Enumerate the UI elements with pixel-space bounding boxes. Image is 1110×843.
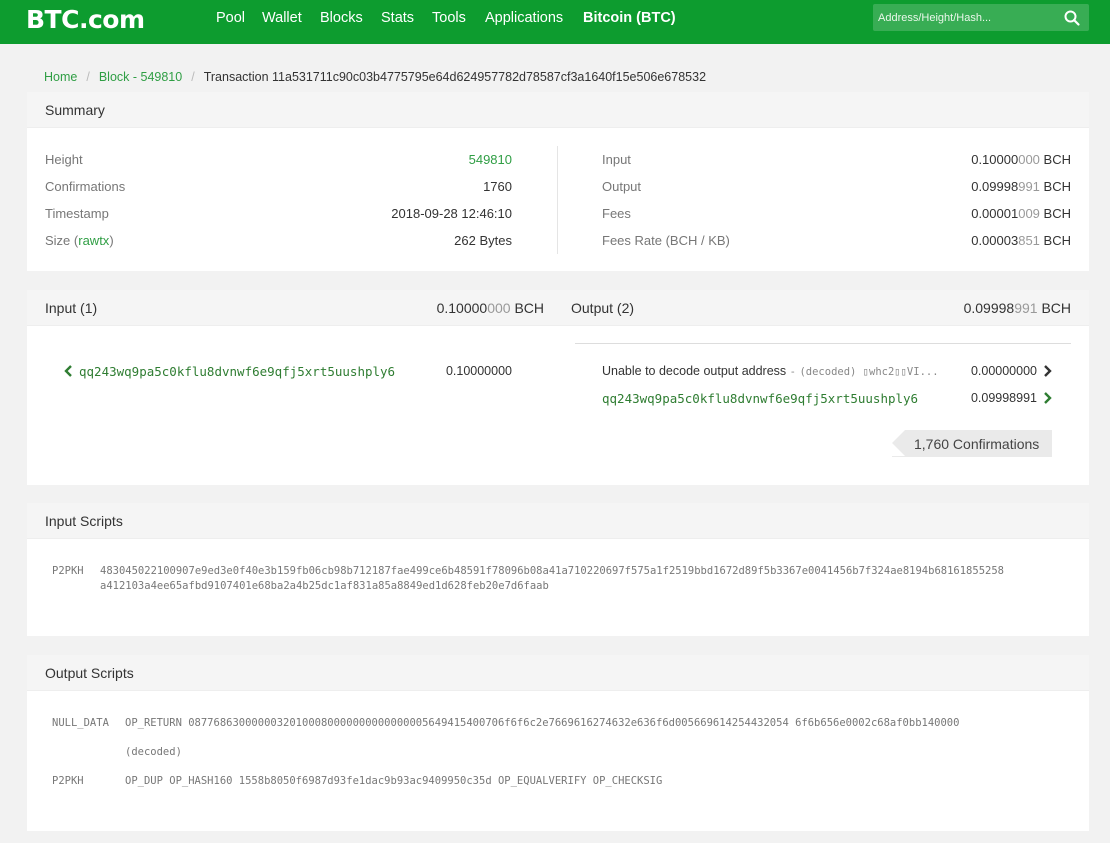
- timestamp-label: Timestamp: [45, 206, 109, 221]
- summary-header: Summary: [27, 92, 1089, 128]
- output-script-decoded: (decoded): [125, 746, 182, 758]
- output-dash: -: [789, 366, 796, 378]
- nav-applications[interactable]: Applications: [485, 10, 563, 26]
- site-logo[interactable]: BTC.com: [26, 5, 145, 34]
- input-scripts-header: Input Scripts: [27, 503, 1089, 539]
- breadcrumb: Home / Block - 549810 / Transaction 11a53171…: [44, 70, 706, 84]
- fees-rate-label: Fees Rate (BCH / KB): [602, 233, 730, 248]
- output-count-title: Output (2): [571, 300, 635, 316]
- breadcrumb-current: Transaction 11a531711c90c03b4775795e64d6…: [203, 70, 707, 84]
- input-script-line-1: 483045022100907e9ed3e0f40e3b159fb06cb98b…: [100, 565, 1004, 577]
- chevron-right-icon[interactable]: [1042, 392, 1052, 404]
- output-amount-2: 0.09998991: [970, 391, 1037, 405]
- output-scripts-title: Output Scripts: [45, 665, 134, 681]
- nav-tools[interactable]: Tools: [432, 10, 466, 26]
- confirmations-value: 1760: [483, 179, 512, 194]
- breadcrumb-block[interactable]: Block - 549810: [99, 70, 182, 84]
- output-undecodable-label: Unable to decode output address: [602, 364, 787, 378]
- nav-stats[interactable]: Stats: [381, 10, 414, 26]
- nav-pool[interactable]: Pool: [216, 10, 245, 26]
- input-scripts-panel: Input Scripts P2PKH 483045022100907e9ed3…: [27, 503, 1089, 636]
- nav-bitcoin-selector[interactable]: Bitcoin (BTC): [583, 10, 676, 26]
- chevron-left-icon[interactable]: [64, 365, 74, 377]
- fees-unit: BCH: [1043, 206, 1071, 221]
- input-address-link[interactable]: qq243wq9pa5c0kflu8dvnwf6e9qfj5xrt5uushpl…: [79, 364, 395, 379]
- output-scripts-panel: Output Scripts NULL_DATA OP_RETURN 08776…: [27, 655, 1089, 831]
- input-value-main: 0.10000: [971, 152, 1019, 167]
- input-amount: 0.10000000: [445, 364, 512, 378]
- badge-notch: [892, 430, 905, 456]
- search-icon[interactable]: [1063, 9, 1081, 27]
- output-script-type-2: P2PKH: [52, 775, 84, 787]
- summary-panel: Summary Height 549810 Confirmations 1760…: [27, 92, 1089, 271]
- search-box: [873, 4, 1089, 31]
- fees-value-main: 0.00001: [971, 206, 1019, 221]
- output-script-text-1: OP_RETURN 087768630000003201000800000000…: [125, 717, 960, 729]
- input-scripts-title: Input Scripts: [45, 513, 123, 529]
- input-count-title: Input (1): [45, 300, 98, 316]
- output-total: 0.09998991 BCH: [964, 300, 1071, 316]
- input-total-main: 0.10000: [436, 300, 488, 316]
- fees-rate-value-main: 0.00003: [971, 233, 1019, 248]
- size-label: Size (rawtx): [45, 233, 114, 248]
- output-address-link[interactable]: qq243wq9pa5c0kflu8dvnwf6e9qfj5xrt5uushpl…: [602, 391, 918, 406]
- input-total-dim: 000: [487, 300, 511, 316]
- fees-rate-unit: BCH: [1043, 233, 1071, 248]
- fees-value: 0.00001009 BCH: [971, 206, 1071, 221]
- summary-title: Summary: [45, 102, 105, 118]
- breadcrumb-separator: /: [86, 70, 90, 84]
- input-total: 0.10000000 BCH: [437, 300, 544, 316]
- size-label-text: Size: [45, 233, 71, 248]
- height-value[interactable]: 549810: [469, 152, 512, 167]
- confirmations-badge-text: 1,760 Confirmations: [914, 436, 1040, 452]
- input-script-line-2: a412103a4ee65afbd9107401e68ba2a4b25dc1af…: [100, 580, 549, 592]
- chevron-right-icon[interactable]: [1042, 365, 1052, 377]
- output-label: Output: [602, 179, 642, 194]
- output-script-text-2: OP_DUP OP_HASH160 1558b8050f6987d93fe1da…: [125, 775, 663, 787]
- output-amount-1: 0.00000000: [970, 364, 1037, 378]
- fees-rate-value: 0.00003851 BCH: [971, 233, 1071, 248]
- timestamp-value: 2018-09-28 12:46:10: [391, 206, 512, 221]
- output-undecodable: Unable to decode output address - (decod…: [602, 364, 939, 378]
- output-total-main: 0.09998: [963, 300, 1015, 316]
- input-value-dim: 000: [1018, 152, 1040, 167]
- output-value-dim: 991: [1018, 179, 1040, 194]
- height-label: Height: [45, 152, 83, 167]
- size-value: 262 Bytes: [454, 233, 512, 248]
- fees-value-dim: 009: [1018, 206, 1040, 221]
- input-value: 0.10000000 BCH: [971, 152, 1071, 167]
- summary-divider: [557, 146, 558, 254]
- io-header: Input (1) 0.10000000 BCH Output (2) 0.09…: [27, 290, 1089, 326]
- nav-blocks[interactable]: Blocks: [320, 10, 363, 26]
- breadcrumb-separator: /: [191, 70, 195, 84]
- output-value: 0.09998991 BCH: [971, 179, 1071, 194]
- top-navbar: BTC.com Pool Wallet Blocks Stats Tools A…: [0, 0, 1110, 44]
- rawtx-link[interactable]: rawtx: [78, 233, 109, 248]
- input-script-type: P2PKH: [52, 565, 84, 577]
- fees-label: Fees: [602, 206, 631, 221]
- search-input[interactable]: [873, 4, 1059, 31]
- fees-rate-value-dim: 851: [1018, 233, 1040, 248]
- confirmations-badge: 1,760 Confirmations: [892, 430, 1052, 457]
- breadcrumb-home[interactable]: Home: [44, 70, 77, 84]
- input-label: Input: [602, 152, 631, 167]
- confirmations-label: Confirmations: [45, 179, 126, 194]
- output-total-unit: BCH: [1041, 300, 1071, 316]
- input-unit: BCH: [1043, 152, 1071, 167]
- output-script-type-1: NULL_DATA: [52, 717, 109, 729]
- output-scripts-header: Output Scripts: [27, 655, 1089, 691]
- output-unit: BCH: [1043, 179, 1071, 194]
- output-value-main: 0.09998: [971, 179, 1019, 194]
- output-total-dim: 991: [1014, 300, 1038, 316]
- nav-wallet[interactable]: Wallet: [262, 10, 302, 26]
- io-divider: [575, 343, 1071, 344]
- io-panel: Input (1) 0.10000000 BCH Output (2) 0.09…: [27, 290, 1089, 485]
- output-decoded-data: (decoded) ▯whc2▯▯VI...: [799, 366, 939, 378]
- input-total-unit: BCH: [514, 300, 544, 316]
